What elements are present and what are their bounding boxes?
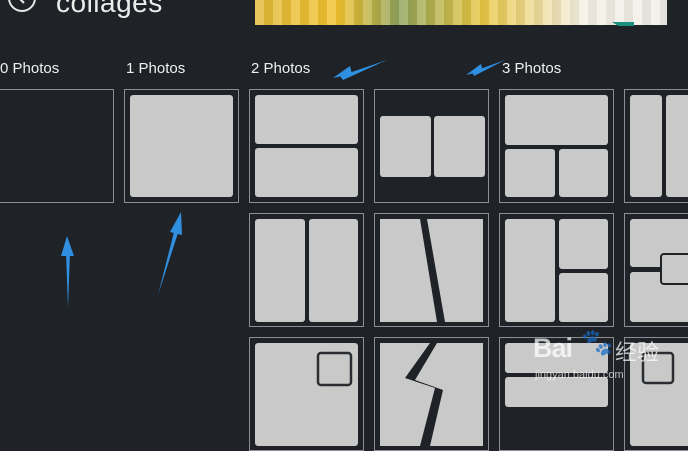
baidu-watermark: Bai 🐾 经验 jingyan.baidu.com: [525, 327, 685, 387]
arrow-icon: [158, 232, 178, 295]
arrow-icon: [466, 64, 483, 75]
photo-slot: [316, 351, 353, 387]
photo-slot: [660, 253, 688, 285]
arrow-icon: [472, 60, 505, 76]
photo-slot: [434, 116, 485, 177]
watermark-suffix: 经验: [615, 340, 660, 365]
arrow-icon: [66, 252, 70, 308]
photo-slot: [255, 219, 305, 322]
template-three-overlap-partial[interactable]: [624, 213, 688, 327]
watermark-logo: Bai: [533, 333, 573, 363]
section-label-0-photos: 0 Photos: [0, 60, 60, 77]
photo-slot: [380, 116, 431, 177]
template-blank[interactable]: [0, 89, 114, 203]
photo-slot: [630, 95, 662, 197]
photo-slot: [380, 219, 437, 322]
banner-accent: [612, 22, 634, 26]
photo-slot: [559, 149, 608, 197]
photo-slot: [309, 219, 358, 322]
photo-slot: [559, 273, 608, 322]
photo-slot: [505, 95, 608, 145]
arrow-icon: [333, 66, 352, 78]
section-label-2-photos: 2 Photos: [251, 60, 311, 77]
template-two-diagonal[interactable]: [374, 213, 489, 327]
section-label-3-photos: 3 Photos: [502, 60, 562, 77]
photo-slot: [427, 219, 483, 322]
page-title: collages: [56, 0, 163, 18]
template-single[interactable]: [124, 89, 239, 203]
template-two-side-by-side[interactable]: [374, 89, 489, 203]
template-three-vertical-partial[interactable]: [624, 89, 688, 203]
blank-canvas: [0, 90, 113, 202]
photo-slot: [505, 219, 555, 322]
photo-slot: [559, 219, 608, 269]
watermark-url: jingyan.baidu.com: [535, 369, 624, 381]
template-two-horizontal[interactable]: [249, 89, 364, 203]
section-label-1-photos: 1 Photos: [126, 60, 186, 77]
back-button[interactable]: [8, 0, 36, 12]
photo-slot: [666, 95, 688, 197]
paw-icon: 🐾: [581, 327, 614, 357]
arrow-icon: [340, 60, 387, 80]
template-three-left-split-right[interactable]: [499, 213, 614, 327]
photo-slot: [255, 95, 358, 144]
top-bar: collages: [0, 0, 688, 26]
pixelated-banner: [255, 0, 667, 25]
template-three-top-split-bottom[interactable]: [499, 89, 614, 203]
photo-slot: [380, 343, 435, 446]
back-arrow-icon: [19, 0, 25, 4]
arrow-icon: [61, 236, 74, 256]
photo-slot: [505, 149, 555, 197]
photo-slot: [255, 148, 358, 197]
photo-slot: [130, 95, 233, 197]
template-two-inset[interactable]: [249, 337, 364, 451]
arrow-icon: [170, 212, 182, 235]
template-two-zigzag[interactable]: [374, 337, 489, 451]
template-two-columns[interactable]: [249, 213, 364, 327]
